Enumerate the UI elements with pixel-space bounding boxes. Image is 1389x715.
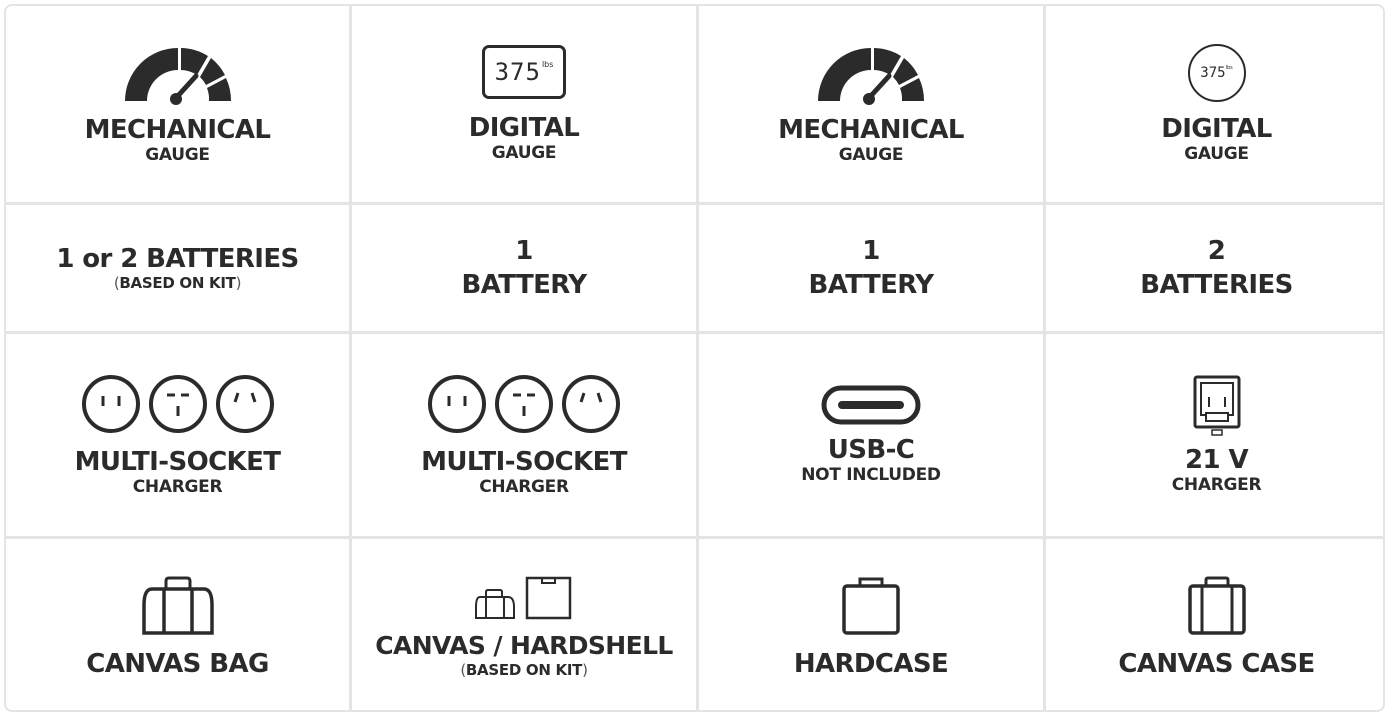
usb-c-port-icon: [821, 385, 921, 425]
cell-title: DIGITAL: [1161, 114, 1272, 144]
cell-subtitle: CHARGER: [132, 477, 223, 497]
display-unit: lbs: [541, 60, 554, 69]
cell-subtitle: (BASED ON KIT): [113, 274, 242, 292]
battery-label: BATTERY: [461, 270, 588, 300]
mechanical-gauge-icon: [818, 48, 925, 105]
charger-dock-icon: [1193, 375, 1240, 436]
round-digital-display-icon: 375 lbs: [1187, 44, 1246, 102]
cell-subtitle: GAUGE: [145, 145, 210, 165]
cell-subtitle: CHARGER: [1171, 475, 1262, 495]
cell-digital-gauge-2: 375 lbs DIGITAL GAUGE: [1046, 6, 1383, 205]
cell-subtitle: (BASED ON KIT): [460, 660, 588, 679]
cell-title: CANVAS CASE: [1118, 648, 1315, 679]
battery-count: 1: [515, 236, 533, 266]
display-value: 375: [1200, 65, 1226, 81]
canvas-bag-icon: [141, 576, 214, 635]
cell-title: 1 or 2 BATTERIES: [56, 244, 299, 274]
cell-subtitle: GAUGE: [1184, 144, 1249, 164]
canvas-case-icon: [1187, 576, 1246, 635]
cell-subtitle-text: BASED ON KIT: [465, 660, 583, 679]
cell-canvas-bag: CANVAS BAG: [6, 539, 352, 710]
digital-display-icon: 375 lbs: [482, 45, 566, 99]
cell-title: CANVAS / HARDSHELL: [375, 630, 673, 660]
display-value: 375: [494, 58, 541, 86]
cell-batteries-1: 1 or 2 BATTERIES (BASED ON KIT): [6, 205, 352, 334]
battery-label: BATTERY: [808, 270, 935, 300]
cell-batteries-3: 1 BATTERY: [699, 205, 1046, 334]
cell-charger-2: MULTI-SOCKET CHARGER: [352, 334, 699, 539]
cell-subtitle: GAUGE: [838, 145, 904, 165]
comparison-grid: MECHANICAL GAUGE 375 lbs DIGITAL GAUGE M…: [4, 4, 1385, 712]
mechanical-gauge-icon: [124, 48, 231, 105]
cell-title: CANVAS BAG: [86, 648, 269, 679]
three-sockets-icon: [81, 375, 274, 433]
cell-batteries-2: 1 BATTERY: [352, 205, 699, 334]
cell-title: MULTI-SOCKET: [74, 447, 281, 477]
three-sockets-icon: [428, 375, 620, 433]
cell-hardcase: HARDCASE: [699, 539, 1046, 710]
cell-subtitle: GAUGE: [491, 143, 557, 163]
cell-title: USB-C: [827, 435, 915, 465]
cell-usb-c: USB-C NOT INCLUDED: [699, 334, 1046, 539]
cell-title: HARDCASE: [793, 648, 949, 679]
battery-count: 2: [1207, 236, 1226, 266]
cell-batteries-4: 2 BATTERIES: [1046, 205, 1383, 334]
cell-21v-charger: 21 V CHARGER: [1046, 334, 1383, 539]
cell-subtitle: NOT INCLUDED: [801, 465, 941, 485]
cell-mechanical-gauge-1: MECHANICAL GAUGE: [6, 6, 352, 205]
battery-count: 1: [862, 236, 880, 266]
cell-charger-1: MULTI-SOCKET CHARGER: [6, 334, 352, 539]
cell-canvas-case: CANVAS CASE: [1046, 539, 1383, 710]
battery-label: BATTERIES: [1140, 270, 1293, 300]
hardcase-icon: [842, 577, 900, 635]
cell-mechanical-gauge-2: MECHANICAL GAUGE: [699, 6, 1046, 205]
bag-and-hardshell-icon: [475, 576, 572, 619]
cell-canvas-hardshell: CANVAS / HARDSHELL (BASED ON KIT): [352, 539, 699, 710]
cell-subtitle-text: BASED ON KIT: [119, 274, 236, 292]
display-unit: lbs: [1225, 65, 1233, 71]
cell-title: MECHANICAL: [778, 115, 964, 145]
cell-title: MULTI-SOCKET: [421, 447, 627, 477]
cell-subtitle: CHARGER: [479, 477, 569, 497]
cell-digital-gauge-1: 375 lbs DIGITAL GAUGE: [352, 6, 699, 205]
cell-title: DIGITAL: [468, 113, 580, 143]
cell-title: 21 V: [1185, 445, 1249, 475]
cell-title: MECHANICAL: [84, 115, 271, 145]
